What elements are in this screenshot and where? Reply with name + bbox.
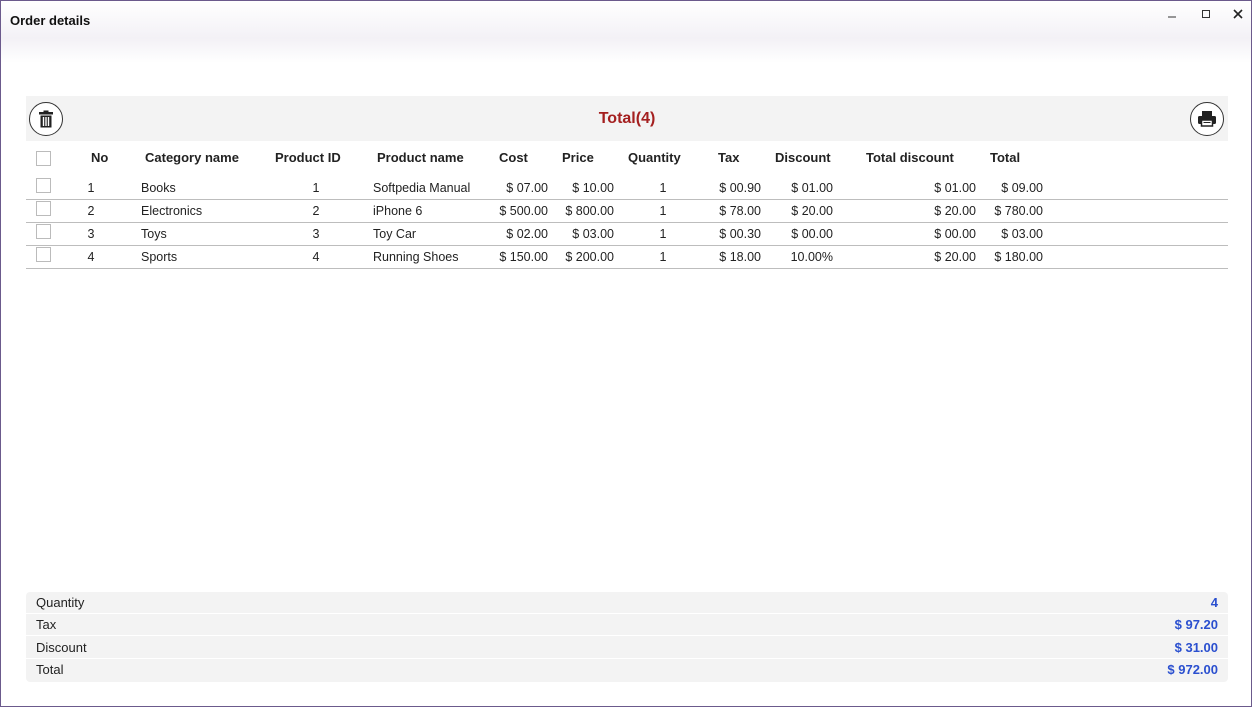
cell-price: $ 10.00 [572, 181, 614, 195]
select-all-checkbox[interactable] [36, 151, 51, 166]
summary-label: Quantity [36, 595, 85, 610]
column-header-discount[interactable]: Discount [775, 150, 831, 165]
cell-cost: $ 150.00 [499, 250, 548, 264]
toolbar: Total(4) [26, 96, 1228, 141]
minimize-icon [1168, 16, 1176, 18]
column-header-quantity[interactable]: Quantity [628, 150, 681, 165]
cell-total-discount: $ 00.00 [934, 227, 976, 241]
summary-row-discount: Discount $ 31.00 [26, 637, 1228, 659]
summary-label: Total [36, 662, 64, 677]
column-header-category-name[interactable]: Category name [145, 150, 239, 165]
cell-category-name: Toys [141, 227, 167, 241]
print-button[interactable] [1190, 102, 1224, 136]
cell-no: 2 [87, 204, 95, 218]
cell-total-discount: $ 20.00 [934, 250, 976, 264]
close-button[interactable] [1223, 5, 1251, 25]
maximize-icon [1202, 10, 1210, 18]
column-header-cost[interactable]: Cost [499, 150, 528, 165]
maximize-button[interactable] [1191, 5, 1221, 25]
table-row[interactable]: 3 Toys 3 Toy Car $ 02.00 $ 03.00 1 $ 00.… [26, 223, 1228, 246]
cell-category-name: Electronics [141, 204, 203, 218]
summary-value: $ 972.00 [1167, 662, 1218, 677]
cell-quantity: 1 [659, 181, 667, 195]
summary-label: Tax [36, 617, 57, 632]
cell-price: $ 200.00 [565, 250, 614, 264]
column-header-product-id[interactable]: Product ID [275, 150, 341, 165]
title-bar[interactable]: Order details [1, 1, 1251, 63]
window-title: Order details [10, 13, 91, 28]
trash-icon [39, 110, 53, 128]
cell-total: $ 780.00 [994, 204, 1043, 218]
summary-label: Discount [36, 640, 87, 655]
column-header-no[interactable]: No [91, 150, 108, 165]
cell-product-name: Toy Car [373, 227, 417, 241]
cell-discount: 10.00% [790, 250, 833, 264]
cell-discount: $ 01.00 [791, 181, 833, 195]
cell-tax: $ 00.30 [719, 227, 761, 241]
cell-product-name: Running Shoes [373, 250, 459, 264]
summary-value: $ 31.00 [1174, 640, 1218, 655]
cell-quantity: 1 [659, 250, 667, 264]
summary-value: $ 97.20 [1174, 617, 1218, 632]
cell-cost: $ 02.00 [506, 227, 548, 241]
cell-product-id: 1 [312, 181, 320, 195]
order-total-title: Total(4) [598, 110, 656, 127]
cell-total-discount: $ 20.00 [934, 204, 976, 218]
cell-total-discount: $ 01.00 [934, 181, 976, 195]
cell-product-name: iPhone 6 [373, 204, 423, 218]
summary-row-total: Total $ 972.00 [26, 659, 1228, 681]
minimize-button[interactable] [1157, 5, 1187, 25]
delete-button[interactable] [29, 102, 63, 136]
column-header-total[interactable]: Total [990, 150, 1020, 165]
order-summary: Quantity 4 Tax $ 97.20 Discount $ 31.00 … [26, 592, 1228, 682]
printer-icon [1198, 111, 1216, 127]
cell-category-name: Sports [141, 250, 178, 264]
column-header-tax[interactable]: Tax [718, 150, 739, 165]
cell-product-name: Softpedia Manual [373, 181, 471, 195]
order-items-table: No Category name Product ID Product name… [26, 141, 1228, 269]
cell-category-name: Books [141, 181, 176, 195]
summary-row-tax: Tax $ 97.20 [26, 614, 1228, 636]
cell-total: $ 180.00 [994, 250, 1043, 264]
cell-discount: $ 20.00 [791, 204, 833, 218]
cell-quantity: 1 [659, 227, 667, 241]
order-details-window: Order details Total(4) No Category name … [0, 0, 1252, 707]
row-checkbox[interactable] [36, 224, 51, 239]
cell-cost: $ 07.00 [506, 181, 548, 195]
close-icon [1233, 9, 1243, 19]
cell-product-id: 3 [312, 227, 320, 241]
summary-row-quantity: Quantity 4 [26, 592, 1228, 614]
cell-quantity: 1 [659, 204, 667, 218]
column-header-price[interactable]: Price [562, 150, 594, 165]
cell-no: 3 [87, 227, 95, 241]
cell-no: 4 [87, 250, 95, 264]
cell-no: 1 [87, 181, 95, 195]
cell-discount: $ 00.00 [791, 227, 833, 241]
cell-price: $ 800.00 [565, 204, 614, 218]
table-row[interactable]: 1 Books 1 Softpedia Manual $ 07.00 $ 10.… [26, 177, 1228, 200]
summary-value: 4 [1210, 595, 1218, 610]
row-checkbox[interactable] [36, 178, 51, 193]
cell-total: $ 03.00 [1001, 227, 1043, 241]
cell-price: $ 03.00 [572, 227, 614, 241]
cell-cost: $ 500.00 [499, 204, 548, 218]
cell-product-id: 2 [312, 204, 320, 218]
cell-tax: $ 78.00 [719, 204, 761, 218]
column-header-total-discount[interactable]: Total discount [866, 150, 954, 165]
cell-product-id: 4 [312, 250, 320, 264]
table-header: No Category name Product ID Product name… [26, 141, 1228, 177]
row-checkbox[interactable] [36, 201, 51, 216]
column-header-product-name[interactable]: Product name [377, 150, 464, 165]
row-checkbox[interactable] [36, 247, 51, 262]
cell-tax: $ 00.90 [719, 181, 761, 195]
table-row[interactable]: 2 Electronics 2 iPhone 6 $ 500.00 $ 800.… [26, 200, 1228, 223]
cell-tax: $ 18.00 [719, 250, 761, 264]
table-row[interactable]: 4 Sports 4 Running Shoes $ 150.00 $ 200.… [26, 246, 1228, 269]
cell-total: $ 09.00 [1001, 181, 1043, 195]
